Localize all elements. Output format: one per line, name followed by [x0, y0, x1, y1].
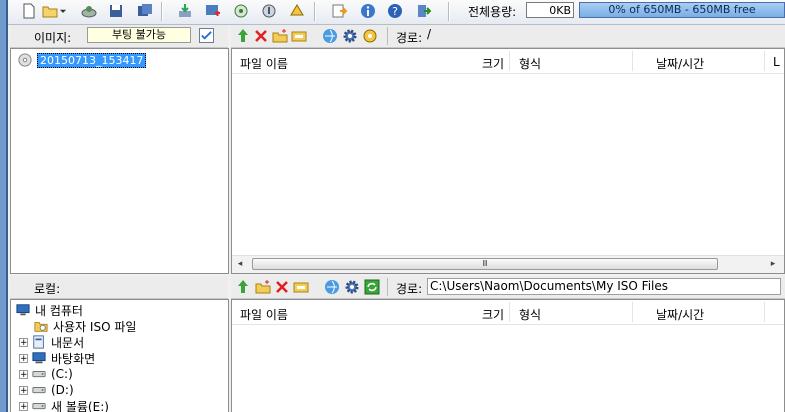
local-label: 로컬: [34, 282, 61, 296]
view-options-icon[interactable] [362, 28, 378, 44]
local-file-list: 파일 이름 크기 형식 날짜/시간 [231, 299, 785, 412]
main-toolbar: ? 전체용량: 0KB 0% of 650MB - 650MB free [8, 0, 785, 25]
expand-icon[interactable]: + [19, 369, 28, 379]
used-size-field: 0KB [526, 2, 574, 18]
col-type[interactable]: 형식 [519, 306, 541, 323]
properties-icon[interactable] [260, 2, 278, 20]
add-files-icon[interactable] [204, 2, 222, 20]
image-column-headers: 파일 이름 크기 형식 날짜/시간 L [232, 49, 784, 74]
rename-icon[interactable] [291, 28, 307, 44]
dropdown-icon[interactable] [58, 2, 68, 20]
options-icon[interactable] [330, 2, 348, 20]
local-rename-icon[interactable] [293, 279, 309, 295]
desktop-icon [32, 352, 46, 364]
refresh-globe-icon[interactable] [322, 28, 338, 44]
image-list-toolbar: 경로: / [231, 25, 785, 48]
expand-icon[interactable]: + [19, 385, 28, 395]
image-path-field[interactable]: / [425, 27, 781, 44]
local-path-label: 경로: [396, 282, 423, 296]
image-label: 이미지: [34, 31, 72, 45]
tree-label: (D:) [51, 383, 74, 397]
local-sync-icon[interactable] [364, 279, 380, 295]
new-icon[interactable] [20, 2, 38, 20]
local-panel-bar: 로컬: [10, 276, 228, 299]
scroll-left-arrow[interactable]: ◂ [235, 259, 245, 269]
image-path-label: 경로: [396, 31, 423, 45]
capacity-bar: 0% of 650MB - 650MB free [579, 2, 785, 18]
local-refresh-globe-icon[interactable] [324, 279, 340, 295]
col-filename[interactable]: 파일 이름 [240, 306, 288, 323]
tree-desktop[interactable]: + 바탕화면 [19, 350, 95, 366]
scroll-thumb[interactable]: Ⅲ [252, 258, 718, 270]
col-type[interactable]: 형식 [519, 55, 541, 72]
col-filename[interactable]: 파일 이름 [240, 55, 288, 72]
local-settings-gear-icon[interactable] [344, 279, 360, 295]
scroll-right-arrow[interactable]: ▸ [768, 259, 778, 269]
image-file-list: 파일 이름 크기 형식 날짜/시간 L ◂ Ⅲ ▸ [231, 48, 785, 274]
image-panel-bar: 이미지: 부팅 불가능 [10, 25, 228, 48]
drive-icon [32, 386, 46, 394]
tree-label: 바탕화면 [51, 351, 96, 366]
local-delete-icon[interactable] [274, 279, 290, 295]
info-icon[interactable] [359, 2, 377, 20]
image-root-item[interactable]: 20150713_153417 [17, 52, 147, 68]
boot-status-field[interactable]: 부팅 불가능 [87, 27, 191, 43]
iso-folder-icon [34, 322, 48, 332]
expand-icon[interactable]: + [19, 337, 28, 347]
help-icon[interactable]: ? [386, 2, 404, 20]
expand-icon[interactable]: + [19, 353, 28, 363]
col-date[interactable]: 날짜/시간 [656, 306, 704, 323]
local-column-headers: 파일 이름 크기 형식 날짜/시간 [232, 300, 784, 325]
open-icon[interactable] [41, 2, 59, 20]
image-root-label: 20150713_153417 [37, 52, 147, 68]
new-folder-icon[interactable] [272, 28, 288, 44]
drive-icon [32, 402, 46, 410]
col-size[interactable]: 크기 [482, 306, 504, 323]
local-tree-pane: 내 컴퓨터 사용자 ISO 파일 + 내문서 + 바탕화면 + (C:) + (… [10, 299, 229, 412]
documents-icon [33, 335, 44, 349]
horizontal-scrollbar[interactable]: ◂ Ⅲ ▸ [232, 255, 784, 273]
save-as-icon[interactable] [136, 2, 154, 20]
settings-gear-icon[interactable] [342, 28, 358, 44]
local-up-folder-icon[interactable] [235, 279, 251, 295]
col-size[interactable]: 크기 [482, 55, 504, 72]
compress-icon[interactable] [288, 2, 306, 20]
tree-label: 새 볼륨(E:) [51, 399, 109, 412]
boot-settings-button[interactable] [199, 28, 214, 43]
tree-drive-c[interactable]: + (C:) [19, 366, 73, 382]
tree-my-computer[interactable]: 내 컴퓨터 [15, 302, 83, 318]
drive-icon [32, 370, 46, 378]
tree-my-documents[interactable]: + 내문서 [19, 334, 84, 350]
tree-drive-d[interactable]: + (D:) [19, 382, 74, 398]
cd-icon [18, 53, 32, 67]
capacity-label: 전체용량: [468, 5, 517, 19]
col-extra[interactable]: L [773, 55, 780, 69]
col-date[interactable]: 날짜/시간 [656, 55, 704, 72]
local-list-toolbar: 경로: C:\Users\Naom\Documents\My ISO Files [231, 276, 785, 299]
burn-icon[interactable] [80, 2, 98, 20]
up-folder-icon[interactable] [235, 28, 251, 44]
expand-icon[interactable]: + [19, 401, 28, 411]
tree-user-iso-files[interactable]: 사용자 ISO 파일 [33, 318, 136, 334]
extract-icon[interactable] [176, 2, 194, 20]
local-new-folder-icon[interactable] [255, 279, 271, 295]
local-path-field[interactable]: C:\Users\Naom\Documents\My ISO Files [427, 278, 781, 295]
tree-label: (C:) [51, 367, 73, 381]
image-tree-pane: 20150713_153417 [10, 48, 229, 274]
tree-label: 내문서 [51, 335, 85, 350]
save-icon[interactable] [107, 2, 125, 20]
tree-label: 내 컴퓨터 [35, 303, 83, 318]
delete-icon[interactable] [253, 28, 269, 44]
mount-icon[interactable] [232, 2, 250, 20]
svg-text:?: ? [392, 5, 398, 18]
tree-drive-e[interactable]: + 새 볼륨(E:) [19, 398, 109, 412]
window-frame-edge [0, 0, 8, 412]
exit-icon[interactable] [414, 2, 432, 20]
tree-label: 사용자 ISO 파일 [53, 319, 137, 334]
computer-icon [16, 304, 30, 316]
